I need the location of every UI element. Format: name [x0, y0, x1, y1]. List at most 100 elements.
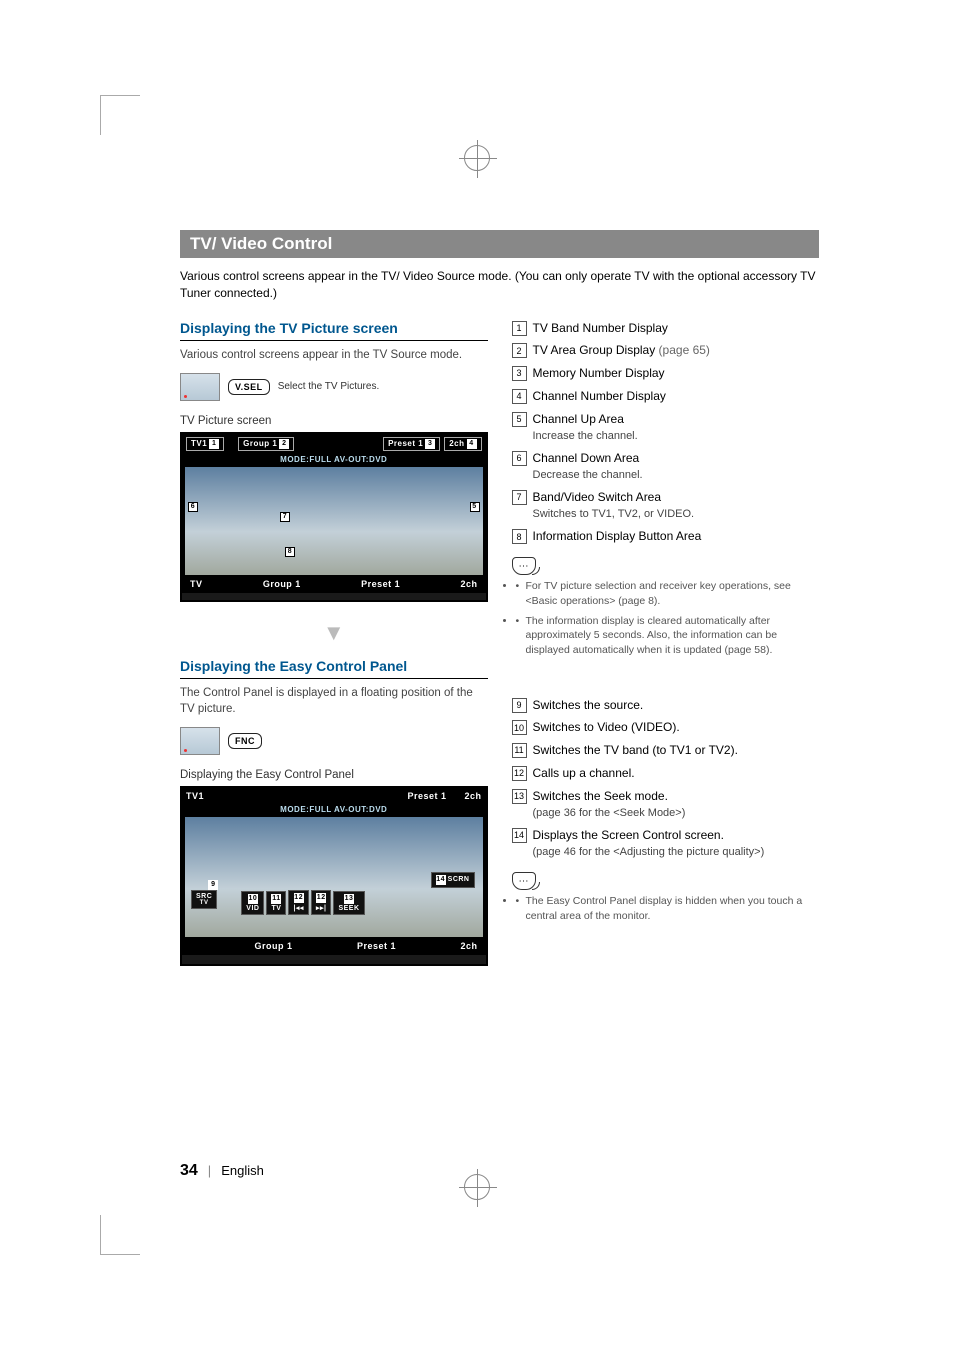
ss2-bot-ch: 2ch: [460, 941, 477, 951]
item-title: Channel Down Area: [533, 451, 640, 465]
vsel-button[interactable]: V.SEL: [228, 379, 270, 395]
scrn-button[interactable]: 14SCRN: [431, 872, 475, 888]
crop-corner-bl: [100, 1215, 140, 1255]
tv-band-button[interactable]: 11TV: [266, 891, 286, 915]
item-title: Displays the Screen Control screen.: [533, 828, 724, 842]
item-title: Channel Number Display: [533, 389, 666, 403]
item-index: 11: [512, 743, 527, 758]
item-title: Information Display Button Area: [533, 529, 702, 543]
seek-button[interactable]: 13SEEK: [333, 891, 364, 915]
item-index: 8: [512, 529, 527, 544]
list-item: 9 Switches the source.: [512, 697, 820, 714]
callout-list-2: 9 Switches the source. 10 Switches to Video…: [512, 697, 820, 861]
section-intro: Various control screens appear in the TV…: [180, 268, 819, 302]
list-item: 4 Channel Number Display: [512, 388, 820, 405]
left-column: Displaying the TV Picture screen Various…: [180, 320, 488, 966]
down-arrow-icon: ▼: [180, 620, 488, 646]
callout-10: 10: [248, 894, 258, 904]
ss1-tv1: TV1: [191, 439, 207, 448]
ss1-ch: 2ch: [449, 439, 464, 448]
ss1-mode: MODE:FULL AV-OUT:DVD: [182, 454, 486, 467]
ss2-bot-group: Group 1: [254, 941, 292, 951]
note-icon: ⋯: [512, 557, 536, 575]
item-title: Switches the Seek mode.: [533, 789, 668, 803]
item-index: 14: [512, 828, 527, 843]
callout-5: 5: [470, 502, 480, 512]
figure1-title: TV Picture screen: [180, 415, 488, 427]
page-footer: 34 | English: [180, 1162, 264, 1180]
ss2-picture-area: 14SCRN 9SRCTV 10VID 11TV 12|◂◂ 12▸▸| 13S…: [182, 817, 486, 937]
ss2-mode: MODE:FULL AV-OUT:DVD: [182, 804, 486, 817]
note-bullet: The information display is cleared autom…: [516, 614, 820, 658]
crop-mark-top: [464, 145, 490, 171]
block1-desc: Various control screens appear in the TV…: [180, 347, 488, 363]
callout-6: 6: [188, 502, 198, 512]
list-item: 8 Information Display Button Area: [512, 528, 820, 545]
item-index: 9: [512, 698, 527, 713]
item-title: Switches to Video (VIDEO).: [533, 720, 680, 734]
list-item: 7 Band/Video Switch Area Switches to TV1, …: [512, 489, 820, 522]
block2-desc: The Control Panel is displayed in a floa…: [180, 685, 488, 717]
notes-2: The Easy Control Panel display is hidden…: [516, 894, 820, 923]
callout-9: 9: [208, 880, 218, 890]
item-index: 13: [512, 789, 527, 804]
thumb-icon: [180, 727, 220, 755]
easy-control-screenshot: TV1 Preset 1 2ch MODE:FULL AV-OUT:DVD 14…: [180, 786, 488, 966]
vsel-hint: Select the TV Pictures.: [278, 381, 380, 393]
list-item: 13Switches the Seek mode.(page 36 for th…: [512, 788, 820, 821]
item-index: 3: [512, 366, 527, 381]
callout-12b: 12: [316, 893, 326, 903]
vid-button[interactable]: 10VID: [241, 891, 264, 915]
note-bullet: The Easy Control Panel display is hidden…: [516, 894, 820, 923]
item-index: 4: [512, 389, 527, 404]
tv-picture-screenshot: TV11 Group 12 Preset 13 2ch4 MODE:FULL A…: [180, 432, 488, 602]
src-button[interactable]: 9SRCTV: [191, 890, 217, 909]
callout-2: 2: [279, 439, 289, 449]
ss2-ch: 2ch: [464, 791, 481, 801]
item-title: TV Band Number Display: [533, 321, 668, 335]
next-button[interactable]: 12▸▸|: [311, 890, 332, 915]
ss1-bot-group: Group 1: [263, 579, 301, 589]
page-number: 34: [180, 1162, 198, 1180]
crop-corner-tl: [100, 95, 140, 135]
crop-mark-bottom: [464, 1174, 490, 1200]
list-item: 12 Calls up a channel.: [512, 765, 820, 782]
item-index: 1: [512, 321, 527, 336]
callout-list-1: 1 TV Band Number Display 2TV Area Group Di…: [512, 320, 820, 546]
note-icon: ⋯: [512, 872, 536, 890]
list-item: 3Memory Number Display: [512, 365, 820, 382]
list-item: 14 Displays the Screen Control screen. (pa…: [512, 827, 820, 860]
callout-8: 8: [285, 547, 295, 557]
ss1-preset: Preset 1: [388, 439, 423, 448]
ss2-tv1: TV1: [186, 791, 204, 801]
item-index: 6: [512, 451, 527, 466]
ss1-picture-area: 5 6 7 8: [182, 467, 486, 575]
ss1-bot-preset: Preset 1: [361, 579, 400, 589]
prev-button[interactable]: 12|◂◂: [288, 890, 309, 915]
block1-heading: Displaying the TV Picture screen: [180, 320, 488, 341]
callout-7: 7: [280, 512, 290, 522]
item-index: 12: [512, 766, 527, 781]
ss1-bot-tv: TV: [190, 579, 203, 589]
fnc-button[interactable]: FNC: [228, 733, 262, 749]
item-desc: Switches to TV1, TV2, or VIDEO.: [533, 507, 695, 522]
item-title: Switches the source.: [533, 698, 644, 712]
list-item: 10 Switches to Video (VIDEO).: [512, 719, 820, 736]
callout-12a: 12: [294, 893, 304, 903]
item-title: Channel Up Area: [533, 412, 624, 426]
item-index: 7: [512, 490, 527, 505]
note-bullet: For TV picture selection and receiver ke…: [516, 579, 820, 608]
item-title: Band/Video Switch Area: [533, 490, 662, 504]
block2-heading: Displaying the Easy Control Panel: [180, 658, 488, 679]
ss2-bot-preset: Preset 1: [357, 941, 396, 951]
notes-1: For TV picture selection and receiver ke…: [516, 579, 820, 657]
list-item: 2TV Area Group Display (page 65): [512, 342, 820, 359]
figure2-title: Displaying the Easy Control Panel: [180, 769, 488, 781]
item-desc: (page 46 for the <Adjusting the picture …: [533, 845, 765, 860]
list-item: 1 TV Band Number Display: [512, 320, 820, 337]
callout-13: 13: [344, 894, 354, 904]
item-index: 2: [512, 343, 527, 358]
callout-4: 4: [467, 439, 477, 449]
item-title: Calls up a channel.: [533, 766, 635, 780]
item-index: 10: [512, 720, 527, 735]
